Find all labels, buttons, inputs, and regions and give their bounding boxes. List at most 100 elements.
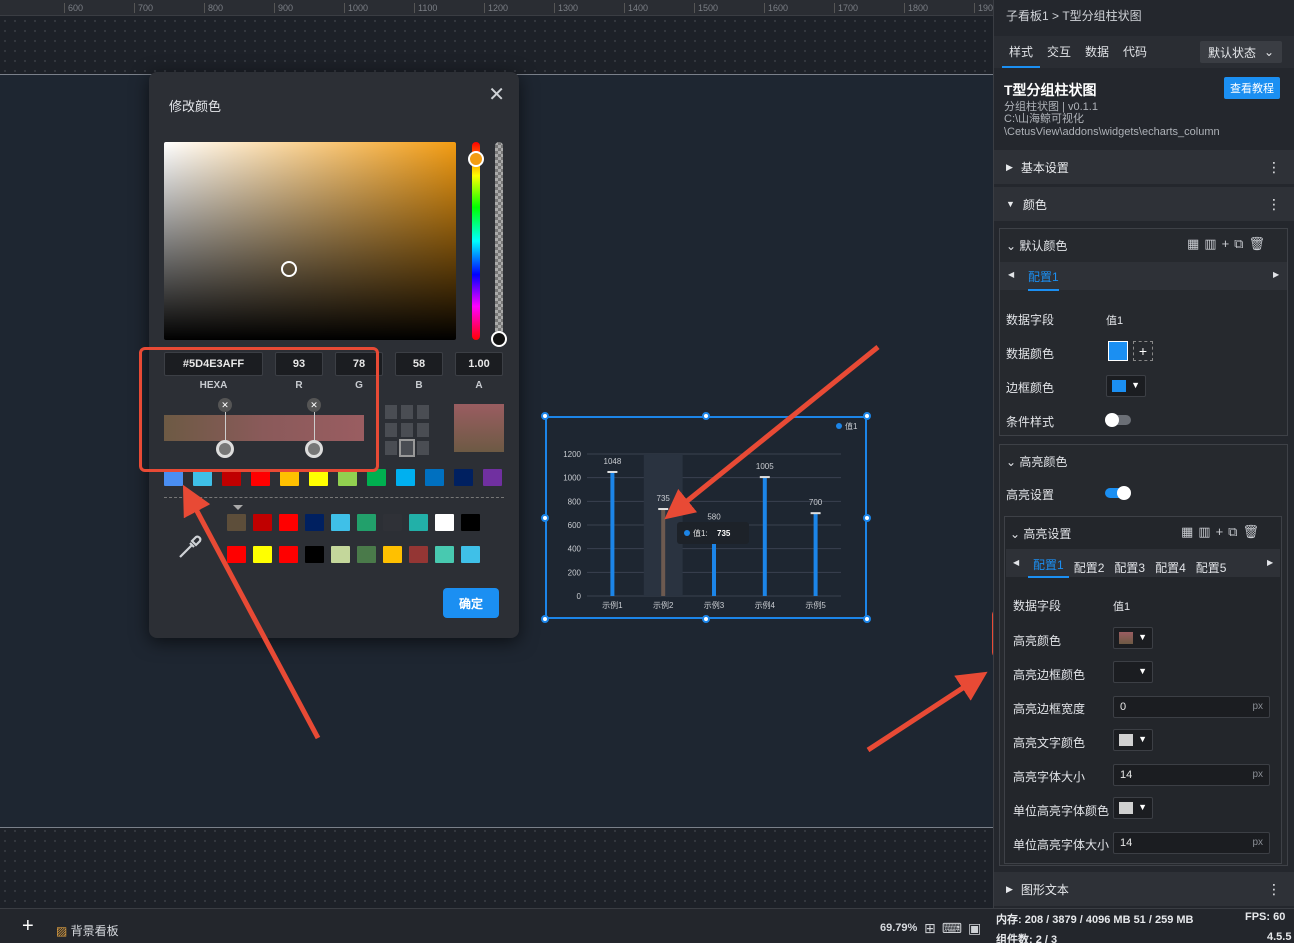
eyedropper-icon[interactable] [177, 532, 205, 566]
color-swatch[interactable] [357, 546, 376, 563]
ruler-tick: 1300 [554, 3, 578, 13]
hl-text-color-select[interactable]: ▼ [1113, 729, 1153, 751]
highlight-setting-header[interactable]: ⌄ 高亮设置 [1010, 525, 1071, 542]
tab-interaction[interactable]: 交互 [1040, 36, 1078, 68]
resize-handle-l[interactable] [541, 514, 549, 522]
b-input[interactable]: 58 [395, 352, 443, 376]
a-input[interactable]: 1.00 [455, 352, 503, 376]
alpha-knob[interactable] [491, 331, 507, 347]
bar-cap [607, 470, 618, 473]
fit-keyboard-terminal-icons[interactable]: ⊞⌨▣ [924, 920, 987, 937]
color-swatch[interactable] [461, 546, 480, 563]
config-toolbar-icons[interactable]: ▦▥+⧉🗑 [1181, 524, 1264, 540]
color-swatch[interactable] [409, 514, 428, 531]
section-color[interactable]: ▼ 颜色 ⋮ [994, 187, 1294, 221]
tab-config1[interactable]: 配置1 [1028, 268, 1059, 291]
close-icon[interactable]: ✕ [488, 82, 505, 107]
saturation-value-area[interactable] [164, 142, 456, 340]
color-swatch[interactable] [483, 469, 502, 486]
state-select[interactable]: 默认状态 ⌄ [1200, 41, 1282, 63]
alpha-slider[interactable] [495, 142, 503, 340]
hl-border-width-input[interactable]: 0 px [1113, 696, 1270, 718]
config-toolbar-icons[interactable]: ▦▥+⧉🗑 [1187, 236, 1270, 252]
hl-font-size-input[interactable]: 14 px [1113, 764, 1270, 786]
color-swatch[interactable] [279, 514, 298, 531]
color-swatch[interactable] [383, 546, 402, 563]
unit-label: px [1252, 769, 1263, 780]
resize-handle-tr[interactable] [863, 412, 871, 420]
color-swatch[interactable] [253, 514, 272, 531]
x-tick-label: 示例4 [755, 600, 776, 610]
tab-config4[interactable]: 配置4 [1150, 559, 1191, 576]
more-icon[interactable]: ⋮ [1267, 881, 1281, 898]
color-swatch[interactable] [357, 514, 376, 531]
hl-color-select[interactable]: ▼ [1113, 627, 1153, 649]
add-board-icon[interactable]: + [22, 915, 34, 938]
x-tick-label: 示例1 [602, 600, 623, 610]
y-tick-label: 600 [568, 521, 582, 530]
unit-hl-color-select[interactable]: ▼ [1113, 797, 1153, 819]
color-swatch[interactable] [435, 514, 454, 531]
tab-style[interactable]: 样式 [1002, 36, 1041, 68]
color-swatch[interactable] [253, 546, 272, 563]
gradient-direction-grid[interactable] [385, 405, 435, 457]
zoom-level[interactable]: 69.79% [880, 922, 917, 934]
tab-config3[interactable]: 配置3 [1109, 559, 1150, 576]
unit-hl-size-input[interactable]: 14 px [1113, 832, 1270, 854]
hue-knob[interactable] [468, 151, 484, 167]
hl-border-color-select[interactable]: ▼ [1113, 661, 1153, 683]
data-label: 1048 [604, 457, 622, 466]
data-field-value[interactable]: 值1 [1106, 312, 1123, 328]
caret-left-icon[interactable]: ◀ [1013, 558, 1019, 567]
highlight-color-header[interactable]: ⌄ 高亮颜色 [1006, 453, 1067, 470]
cond-style-toggle[interactable] [1105, 413, 1131, 427]
hl-data-field-value[interactable]: 值1 [1113, 598, 1130, 614]
color-swatch[interactable] [396, 469, 415, 486]
tab-config2[interactable]: 配置2 [1069, 559, 1110, 576]
default-color-header[interactable]: ⌄ 默认颜色 [1006, 237, 1067, 254]
color-swatch[interactable] [383, 514, 402, 531]
tab-code[interactable]: 代码 [1116, 36, 1154, 68]
tab-config1[interactable]: 配置1 [1028, 556, 1069, 578]
sv-cursor[interactable] [281, 261, 297, 277]
color-swatch[interactable] [409, 546, 428, 563]
color-swatch[interactable] [331, 546, 350, 563]
tutorial-button[interactable]: 查看教程 [1224, 77, 1280, 99]
color-swatch[interactable] [331, 514, 350, 531]
color-swatch[interactable] [461, 514, 480, 531]
color-swatch[interactable] [305, 546, 324, 563]
section-graphic-text[interactable]: ▶ 图形文本 ⋮ [994, 872, 1294, 906]
color-swatch[interactable] [425, 469, 444, 486]
resize-handle-b[interactable] [702, 615, 710, 623]
data-color-swatch[interactable] [1108, 341, 1128, 361]
section-basic[interactable]: ▶ 基本设置 ⋮ [994, 150, 1294, 184]
color-swatch[interactable] [279, 546, 298, 563]
board-tab[interactable]: ▨ 背景看板 [56, 922, 119, 939]
confirm-button[interactable]: 确定 [443, 588, 499, 618]
highlight-toggle[interactable] [1105, 486, 1131, 500]
color-swatch[interactable] [305, 514, 324, 531]
more-icon[interactable]: ⋮ [1267, 159, 1281, 176]
breadcrumb[interactable]: 子看板1 > T型分组柱状图 [1006, 7, 1142, 24]
color-swatch[interactable] [227, 514, 246, 531]
tab-config5[interactable]: 配置5 [1191, 559, 1232, 576]
tab-data[interactable]: 数据 [1078, 36, 1116, 68]
resize-handle-t[interactable] [702, 412, 710, 420]
caret-right-icon[interactable]: ▶ [1273, 270, 1279, 279]
caret-right-icon[interactable]: ▶ [1267, 558, 1273, 567]
caret-left-icon[interactable]: ◀ [1008, 270, 1014, 279]
border-color-select[interactable]: ▼ [1106, 375, 1146, 397]
memory-readout: 内存: 208 / 3879 / 4096 MB 51 / 259 MB [996, 914, 1194, 926]
more-icon[interactable]: ⋮ [1267, 196, 1281, 213]
y-tick-label: 1000 [563, 474, 581, 483]
color-swatch[interactable] [227, 546, 246, 563]
resize-handle-br[interactable] [863, 615, 871, 623]
resize-handle-bl[interactable] [541, 615, 549, 623]
resize-handle-tl[interactable] [541, 412, 549, 420]
color-swatch[interactable] [435, 546, 454, 563]
hue-slider[interactable] [472, 142, 480, 340]
color-swatch[interactable] [454, 469, 473, 486]
add-color-icon[interactable]: + [1133, 341, 1153, 361]
resize-handle-r[interactable] [863, 514, 871, 522]
column-chart-widget[interactable]: 1200 1000 800 600 400 200 0 1048 示例1 735 示例2 580 示例3… [545, 416, 867, 619]
